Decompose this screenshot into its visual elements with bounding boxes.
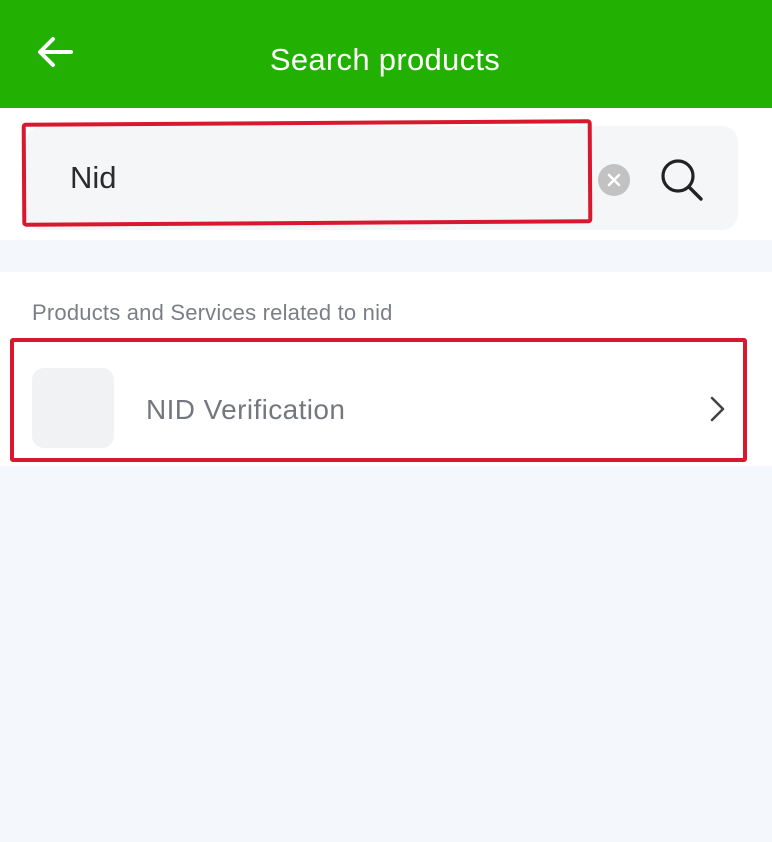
page-title: Search products [269, 42, 501, 77]
search-input[interactable] [70, 156, 580, 200]
search-button[interactable] [654, 152, 710, 208]
search-icon [661, 159, 703, 201]
clear-circle-icon [607, 173, 621, 187]
results-heading: Products and Services related to nid [32, 300, 393, 325]
chevron-right-icon [710, 396, 725, 422]
result-thumbnail [32, 368, 114, 448]
search-section [0, 108, 772, 240]
result-label: NID Verification [146, 394, 346, 425]
results-panel: Products and Services related to nid NID… [0, 272, 772, 466]
result-item-nid-verification[interactable]: NID Verification [12, 344, 746, 460]
clear-search-button[interactable] [598, 164, 630, 196]
app-bar: Search products [0, 0, 772, 108]
search-box [26, 126, 738, 230]
